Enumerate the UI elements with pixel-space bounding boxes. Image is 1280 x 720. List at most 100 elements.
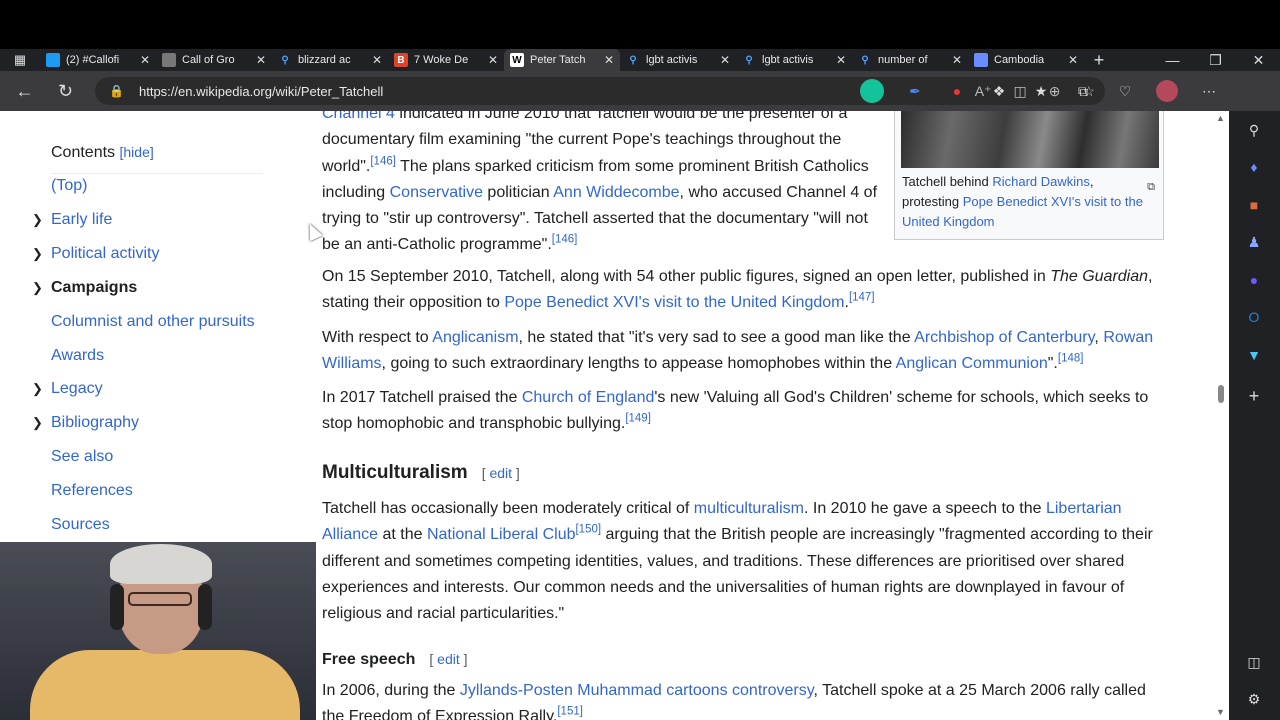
- close-tab-icon[interactable]: ✕: [140, 53, 150, 67]
- tab-4[interactable]: B 7 Woke De ✕: [388, 49, 504, 71]
- chevron-right-icon[interactable]: ❯: [32, 212, 43, 228]
- collections-icon[interactable]: ⧉: [1062, 83, 1104, 100]
- more-menu-icon[interactable]: ⋯: [1188, 83, 1230, 100]
- ref-146b[interactable]: [146]: [552, 234, 578, 246]
- toc-item[interactable]: Sources: [51, 516, 110, 534]
- link-multiculturalism[interactable]: multiculturalism: [694, 500, 804, 517]
- toc-item[interactable]: (Top): [51, 177, 87, 195]
- ref-149[interactable]: [149]: [625, 413, 651, 425]
- search-icon[interactable]: ⚲: [1243, 119, 1265, 141]
- close-tab-icon[interactable]: ✕: [256, 53, 266, 67]
- tools-icon[interactable]: ■: [1243, 194, 1265, 216]
- tab-title: lgbt activis: [762, 54, 814, 66]
- toc-item[interactable]: Early life: [51, 211, 112, 229]
- link-richard-dawkins[interactable]: Richard Dawkins: [992, 174, 1090, 189]
- link-national-liberal-club[interactable]: National Liberal Club: [427, 526, 576, 543]
- toc-item[interactable]: Legacy: [51, 380, 103, 398]
- ref-148[interactable]: [148]: [1058, 353, 1084, 365]
- browser-essentials-icon[interactable]: ♡: [1104, 83, 1146, 100]
- link-church-of-england[interactable]: Church of England: [522, 389, 655, 406]
- ref-150[interactable]: [150]: [575, 524, 601, 536]
- paragraph-anglicanism: With respect to Anglicanism, he stated t…: [322, 329, 1154, 373]
- toc-item[interactable]: Campaigns: [51, 279, 137, 297]
- edit-link-free-speech[interactable]: edit: [437, 651, 460, 667]
- tab-actions-icon[interactable]: ▦: [0, 49, 40, 71]
- drop-icon[interactable]: ▼: [1243, 344, 1265, 366]
- link-ann-widdecombe[interactable]: Ann Widdecombe: [553, 184, 679, 201]
- chevron-right-icon[interactable]: ❯: [32, 381, 43, 397]
- tag-icon[interactable]: ♦: [1243, 156, 1265, 178]
- address-bar-row: ← ↻ 🔒 https://en.wikipedia.org/wiki/Pete…: [0, 71, 1280, 111]
- profile-avatar[interactable]: [1156, 80, 1178, 102]
- close-tab-icon[interactable]: ✕: [1068, 53, 1078, 67]
- scroll-up-icon[interactable]: ▲: [1216, 113, 1225, 123]
- toc-item[interactable]: Bibliography: [51, 414, 139, 432]
- ref-151[interactable]: [151]: [557, 706, 583, 718]
- grammarly-icon[interactable]: [860, 79, 884, 103]
- toc-hide-link[interactable]: [hide]: [120, 144, 154, 160]
- tab-title: blizzard ac: [298, 54, 351, 66]
- new-tab-button[interactable]: +: [1084, 50, 1114, 71]
- sidebar-toggle-icon[interactable]: ◫: [1243, 651, 1265, 673]
- minimize-icon[interactable]: —: [1151, 52, 1194, 69]
- games-icon[interactable]: ●: [1243, 269, 1265, 291]
- close-tab-icon[interactable]: ✕: [836, 53, 846, 67]
- scroll-thumb[interactable]: [1218, 385, 1224, 403]
- toc-item[interactable]: Awards: [51, 347, 104, 365]
- tab-2[interactable]: Call of Gro ✕: [156, 49, 272, 71]
- link-channel-4[interactable]: Channel 4: [322, 111, 395, 122]
- tab-3[interactable]: ⚲ blizzard ac ✕: [272, 49, 388, 71]
- tab-9[interactable]: Cambodia ✕: [968, 49, 1084, 71]
- toc-item[interactable]: Columnist and other pursuits: [51, 313, 255, 331]
- favicon-generic-icon: [162, 53, 176, 67]
- search-icon: ⚲: [629, 54, 637, 66]
- protest-photo[interactable]: [901, 111, 1159, 168]
- back-icon[interactable]: ←: [4, 81, 45, 102]
- tab-1[interactable]: (2) #Callofi ✕: [40, 49, 156, 71]
- restore-icon[interactable]: ❐: [1194, 52, 1237, 69]
- chevron-right-icon[interactable]: ❯: [32, 415, 43, 431]
- red-extension-icon[interactable]: ●: [936, 83, 978, 99]
- close-tab-icon[interactable]: ✕: [720, 53, 730, 67]
- add-sidebar-icon[interactable]: +: [1243, 385, 1265, 407]
- edit-link-multiculturalism[interactable]: edit: [489, 465, 512, 481]
- chevron-right-icon[interactable]: ❯: [32, 246, 43, 262]
- tab-5[interactable]: W Peter Tatch ✕: [504, 49, 620, 71]
- link-cartoons-controversy[interactable]: Jyllands-Posten Muhammad cartoons contro…: [460, 682, 814, 699]
- link-anglicanism[interactable]: Anglicanism: [432, 329, 518, 346]
- tab-title: number of: [878, 54, 928, 66]
- tab-7[interactable]: ⚲ lgbt activis ✕: [736, 49, 852, 71]
- tab-list: (2) #Callofi ✕ Call of Gro ✕ ⚲ blizzard ac ✕ B 7…: [40, 49, 1084, 71]
- headset-left: [110, 584, 124, 630]
- toc-item[interactable]: See also: [51, 448, 113, 466]
- link-archbishop[interactable]: Archbishop of Canterbury: [914, 329, 1094, 346]
- close-tab-icon[interactable]: ✕: [952, 53, 962, 67]
- link-pope-visit[interactable]: Pope Benedict XVI's visit to the United …: [504, 294, 844, 311]
- chevron-right-icon[interactable]: ❯: [32, 280, 43, 296]
- extensions-puzzle-icon[interactable]: ❖: [978, 83, 1020, 100]
- favorites-icon[interactable]: ★: [1020, 83, 1062, 100]
- close-tab-icon[interactable]: ✕: [604, 53, 614, 67]
- link-conservative[interactable]: Conservative: [390, 184, 483, 201]
- search-icon: ⚲: [281, 54, 289, 66]
- toc-item[interactable]: References: [51, 482, 133, 500]
- outlook-icon[interactable]: O: [1243, 306, 1265, 328]
- people-icon[interactable]: ♟: [1243, 231, 1265, 253]
- browser-sidebar: ⚲ ♦ ■ ♟ ● O ▼ + ◫ ⚙: [1229, 111, 1280, 720]
- close-window-icon[interactable]: ✕: [1237, 52, 1280, 69]
- close-tab-icon[interactable]: ✕: [488, 53, 498, 67]
- toc-item[interactable]: Political activity: [51, 245, 159, 263]
- link-anglican-communion[interactable]: Anglican Communion: [896, 355, 1048, 372]
- lock-icon[interactable]: 🔒: [109, 84, 124, 98]
- scroll-down-icon[interactable]: ▼: [1216, 707, 1225, 717]
- pen-extension-icon[interactable]: ✒: [894, 83, 936, 100]
- refresh-icon[interactable]: ↻: [45, 81, 86, 102]
- page-scrollbar[interactable]: ▲ ▼: [1213, 111, 1229, 720]
- settings-gear-icon[interactable]: ⚙: [1243, 688, 1265, 710]
- close-tab-icon[interactable]: ✕: [372, 53, 382, 67]
- url-text[interactable]: https://en.wikipedia.org/wiki/Peter_Tatc…: [139, 84, 383, 99]
- ref-147[interactable]: [147]: [849, 292, 875, 304]
- tab-6[interactable]: ⚲ lgbt activis ✕: [620, 49, 736, 71]
- tab-8[interactable]: ⚲ number of ✕: [852, 49, 968, 71]
- ref-146[interactable]: [146]: [370, 155, 396, 168]
